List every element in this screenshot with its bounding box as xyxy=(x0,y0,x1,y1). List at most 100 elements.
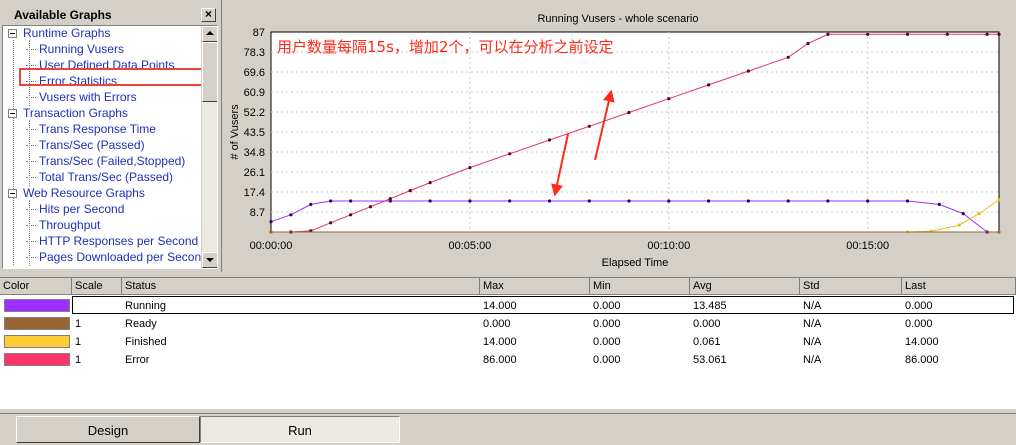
color-swatch-finished[interactable] xyxy=(4,335,70,348)
legend-table: Color Scale Status Max Min Avg Std Last … xyxy=(0,277,1016,409)
data-point-running xyxy=(826,199,830,203)
header-avg[interactable]: Avg xyxy=(690,278,800,295)
data-point-error xyxy=(329,221,333,225)
data-point-error xyxy=(826,32,830,36)
y-tick-label: 43.5 xyxy=(244,127,265,139)
tree-item-running-vusers[interactable]: Running Vusers xyxy=(26,42,124,57)
close-icon[interactable]: × xyxy=(201,8,216,22)
data-point-error xyxy=(866,32,870,36)
tree-item-vusers-with-errors[interactable]: Vusers with Errors xyxy=(26,90,137,105)
data-point-running xyxy=(269,220,273,224)
data-point-running xyxy=(289,213,293,217)
tree-item-pages-downloaded-per-second[interactable]: Pages Downloaded per Second xyxy=(26,250,208,265)
header-scale[interactable]: Scale xyxy=(72,278,122,295)
cell-std: N/A xyxy=(803,300,822,312)
cell-max: 14.000 xyxy=(483,336,517,348)
header-color[interactable]: Color xyxy=(0,278,72,295)
selected-row-outline xyxy=(72,296,1014,314)
y-tick-label: 78.3 xyxy=(244,47,265,59)
data-point-ready xyxy=(269,230,273,234)
graph-tree: Runtime Graphs Running Vusers User Defin… xyxy=(2,25,218,269)
color-swatch-ready[interactable] xyxy=(4,317,70,330)
data-point-error xyxy=(945,32,949,36)
tree-item-http-responses-per-second[interactable]: HTTP Responses per Second xyxy=(25,234,198,249)
scroll-down-icon[interactable] xyxy=(202,252,217,268)
data-point-running xyxy=(866,199,870,203)
cell-last: 0.000 xyxy=(905,318,933,330)
cell-last: 86.000 xyxy=(905,354,939,366)
data-point-running xyxy=(468,199,472,203)
data-point-error xyxy=(806,41,810,46)
color-swatch-running[interactable] xyxy=(4,299,70,312)
tree-item-throughput[interactable]: Throughput xyxy=(25,218,100,233)
tree-item-trans-sec-failed-stopped[interactable]: Trans/Sec (Failed,Stopped) xyxy=(25,154,185,169)
scroll-thumb[interactable] xyxy=(202,42,217,102)
y-tick-label: 60.9 xyxy=(244,87,265,99)
cell-max: 14.000 xyxy=(483,300,517,312)
data-point-error xyxy=(408,189,412,193)
annotation-text: 用户数量每隔15s，增加2个，可以在分析之前设定 xyxy=(277,38,613,56)
cell-status: Running xyxy=(125,300,166,312)
cell-std: N/A xyxy=(803,318,822,330)
y-tick-label: 17.4 xyxy=(244,187,265,199)
header-std[interactable]: Std xyxy=(800,278,902,295)
y-axis-label: # of Vusers xyxy=(229,104,241,160)
tree-item-trans-sec-passed[interactable]: Trans/Sec (Passed) xyxy=(26,138,145,153)
tree-scrollbar[interactable] xyxy=(201,26,217,268)
tree-item-user-defined-data-points[interactable]: User Defined Data Points xyxy=(25,58,174,73)
data-point-running xyxy=(547,199,552,203)
data-point-error xyxy=(707,83,711,87)
data-point-running xyxy=(905,199,910,203)
tree-group-web-resource-graphs[interactable]: Web Resource Graphs xyxy=(8,186,145,201)
tree-item-hits-per-second[interactable]: Hits per Second xyxy=(25,202,124,217)
data-point-running xyxy=(587,199,591,203)
data-point-error xyxy=(627,110,631,115)
cell-status: Ready xyxy=(125,318,157,330)
cell-last: 14.000 xyxy=(905,336,939,348)
tree-group-transaction-graphs[interactable]: Transaction Graphs xyxy=(8,106,128,121)
cell-status: Error xyxy=(125,354,150,366)
data-point-running xyxy=(349,199,353,203)
cell-max: 86.000 xyxy=(483,354,517,366)
data-point-error xyxy=(985,32,989,36)
scroll-up-icon[interactable] xyxy=(202,26,217,42)
data-point-error xyxy=(428,181,432,185)
header-last[interactable]: Last xyxy=(902,278,1016,295)
collapse-icon[interactable] xyxy=(8,189,17,198)
tab-design[interactable]: Design xyxy=(16,416,200,443)
tree-item-error-statistics[interactable]: Error Statistics xyxy=(25,74,117,89)
data-point-running xyxy=(428,199,432,203)
data-point-error xyxy=(786,55,790,59)
data-point-running xyxy=(707,199,711,203)
header-min[interactable]: Min xyxy=(590,278,690,295)
data-point-error xyxy=(508,152,512,156)
cell-avg: 53.061 xyxy=(693,354,727,366)
cell-min: 0.000 xyxy=(593,336,621,348)
header-max[interactable]: Max xyxy=(480,278,590,295)
data-point-error xyxy=(349,213,353,217)
x-tick-label: 00:00:00 xyxy=(250,240,293,252)
cell-min: 0.000 xyxy=(593,354,621,366)
data-point-finished xyxy=(957,223,961,227)
cell-status: Finished xyxy=(125,336,167,348)
collapse-icon[interactable] xyxy=(8,109,17,118)
available-graphs-header: Available Graphs × xyxy=(2,5,218,24)
data-point-error xyxy=(667,97,671,101)
running-vusers-chart: Running Vusers - whole scenario 8.7 17.4 2… xyxy=(229,13,1001,269)
x-tick-label: 00:10:00 xyxy=(647,240,690,252)
data-point-running xyxy=(786,199,790,203)
data-point-running xyxy=(309,202,313,206)
color-swatch-error[interactable] xyxy=(4,353,70,366)
cell-avg: 0.061 xyxy=(693,336,721,348)
tree-group-runtime-graphs[interactable]: Runtime Graphs xyxy=(8,26,110,41)
tree-item-trans-response-time[interactable]: Trans Response Time xyxy=(26,122,156,137)
header-status[interactable]: Status xyxy=(122,278,480,295)
data-point-error xyxy=(997,32,1001,36)
y-tick-label: 26.1 xyxy=(244,167,265,179)
tree-item-total-trans-sec-passed[interactable]: Total Trans/Sec (Passed) xyxy=(25,170,173,185)
cell-std: N/A xyxy=(803,336,822,348)
tab-run[interactable]: Run xyxy=(200,416,400,443)
cell-min: 0.000 xyxy=(593,300,621,312)
data-point-finished xyxy=(977,212,981,216)
collapse-icon[interactable] xyxy=(8,29,17,38)
